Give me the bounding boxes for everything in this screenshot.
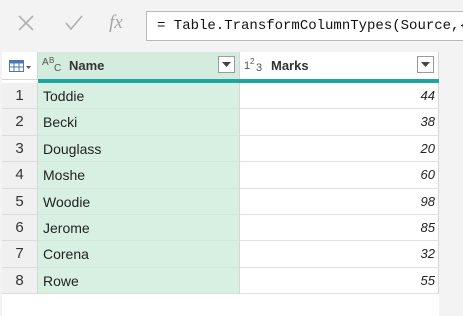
- table-body: 1 Toddie 44 2 Becki 38 3 Douglass 20 4 M…: [2, 83, 439, 295]
- svg-text:3: 3: [256, 62, 262, 74]
- row-number[interactable]: 8: [2, 267, 38, 295]
- table-row: 6 Jerome 85: [2, 214, 439, 242]
- name-cell[interactable]: Becki: [38, 109, 240, 136]
- svg-text:A: A: [42, 57, 49, 68]
- svg-text:2: 2: [250, 57, 255, 66]
- column-marks-label: Marks: [271, 58, 309, 73]
- svg-text:C: C: [54, 63, 61, 74]
- chevron-down-icon: [222, 61, 231, 67]
- column-header-marks[interactable]: 1 2 3 Marks: [240, 52, 439, 80]
- name-cell[interactable]: Moshe: [38, 162, 240, 189]
- table-row: 2 Becki 38: [2, 109, 439, 136]
- marks-cell[interactable]: 85: [240, 214, 439, 242]
- filter-dropdown-button[interactable]: [218, 56, 235, 73]
- table-row: 4 Moshe 60: [2, 162, 439, 189]
- column-name-label: Name: [69, 58, 105, 73]
- row-number[interactable]: 4: [2, 162, 38, 189]
- marks-cell[interactable]: 32: [240, 241, 439, 268]
- row-number[interactable]: 7: [2, 241, 38, 268]
- insert-function-button[interactable]: fx: [102, 10, 130, 36]
- one-two-three-icon: 1 2 3: [244, 57, 262, 74]
- name-cell[interactable]: Toddie: [38, 83, 240, 110]
- table-icon: [8, 59, 31, 72]
- table-row: 7 Corena 32: [2, 241, 439, 268]
- cancel-button[interactable]: [12, 10, 40, 36]
- name-cell[interactable]: Corena: [38, 241, 240, 268]
- filter-dropdown-button[interactable]: [417, 56, 434, 73]
- name-cell[interactable]: Douglass: [38, 135, 240, 163]
- table-row: 5 Woodie 98: [2, 188, 439, 215]
- row-number[interactable]: 1: [2, 83, 38, 110]
- marks-cell[interactable]: 44: [240, 83, 439, 110]
- marks-cell[interactable]: 98: [240, 188, 439, 215]
- name-cell[interactable]: Rowe: [38, 267, 240, 295]
- marks-cell[interactable]: 60: [240, 162, 439, 189]
- row-number[interactable]: 3: [2, 135, 38, 163]
- x-icon: [18, 15, 34, 31]
- column-header-name[interactable]: A B C Name: [38, 52, 240, 80]
- marks-cell[interactable]: 55: [240, 267, 439, 295]
- commit-button[interactable]: [60, 10, 88, 36]
- row-number[interactable]: 5: [2, 188, 38, 215]
- name-cell[interactable]: Woodie: [38, 188, 240, 215]
- formula-bar: fx = Table.TransformColumnTypes(Source,{: [0, 0, 463, 48]
- marks-cell[interactable]: 38: [240, 109, 439, 136]
- table-row: 8 Rowe 55: [2, 267, 439, 295]
- row-number[interactable]: 6: [2, 214, 38, 242]
- data-grid: A B C Name 1 2 3 Marks 1 Toddie 44 2 Bec…: [2, 52, 439, 316]
- number-type-icon[interactable]: 1 2 3: [244, 56, 266, 77]
- abc-icon: A B C: [42, 56, 61, 74]
- table-row: 3 Douglass 20: [2, 135, 439, 163]
- marks-cell[interactable]: 20: [240, 135, 439, 163]
- row-number[interactable]: 2: [2, 109, 38, 136]
- chevron-down-icon: [421, 61, 430, 67]
- table-menu-button[interactable]: [2, 52, 38, 80]
- name-cell[interactable]: Jerome: [38, 214, 240, 242]
- formula-input[interactable]: = Table.TransformColumnTypes(Source,{: [146, 11, 463, 41]
- check-icon: [65, 15, 83, 31]
- text-type-icon[interactable]: A B C: [42, 56, 64, 77]
- table-row: 1 Toddie 44: [2, 83, 439, 110]
